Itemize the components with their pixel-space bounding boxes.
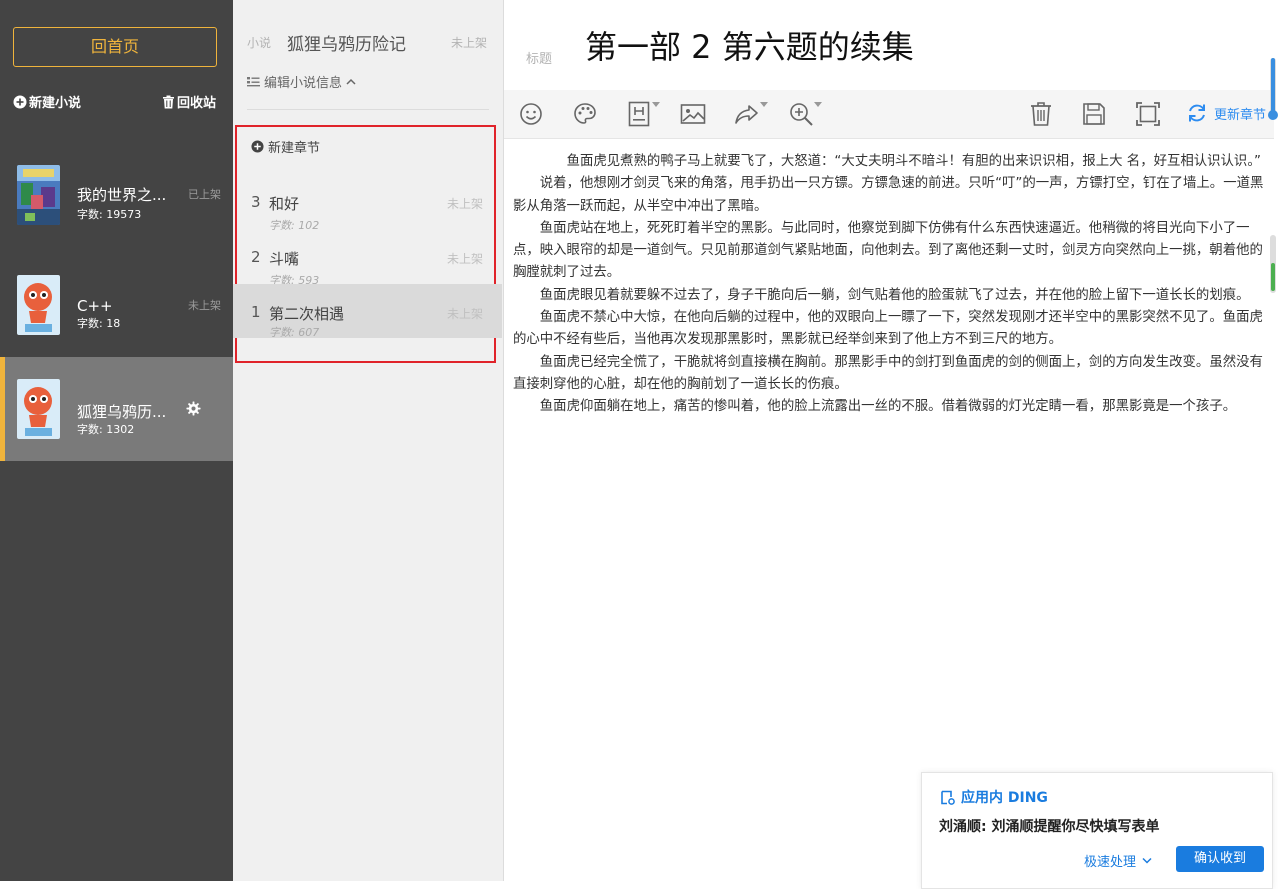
content-paragraph: 鱼面虎见煮熟的鸭子马上就要飞了，大怒道：“大丈夫明斗不暗斗！有胆的出来识识相，报…	[566, 154, 1261, 169]
new-novel-button[interactable]: 新建小说	[13, 92, 81, 111]
image-icon[interactable]	[678, 100, 708, 128]
gear-icon[interactable]	[186, 401, 201, 420]
chapter-title-input[interactable]: 第一部 2 第六题的续集	[585, 22, 914, 68]
plus-circle-icon	[251, 140, 264, 153]
chapter-title: 斗嘴	[269, 250, 300, 268]
content-paragraph: 鱼面虎已经完全慌了，干脆就将剑直接横在胸前。那黑影手中的剑打到鱼面虎的剑的侧面上…	[513, 354, 1263, 392]
novel-word-count: 字数: 18	[77, 317, 121, 330]
novel-status: 未上架	[188, 299, 221, 312]
update-chapter-button[interactable]: 更新章节	[1186, 102, 1266, 124]
ding-title: 应用内 DING	[961, 790, 1048, 806]
novel-word-count: 字数: 1302	[77, 423, 135, 436]
chapter-number: 1	[251, 303, 261, 321]
list-icon	[247, 76, 260, 88]
chevron-down-icon	[1142, 857, 1152, 864]
emoji-icon[interactable]	[516, 100, 546, 128]
share-icon[interactable]	[732, 100, 768, 128]
new-chapter-button[interactable]: 新建章节	[251, 137, 320, 156]
quick-process-button[interactable]: 极速处理	[1084, 851, 1152, 870]
novel-cover	[17, 165, 60, 225]
save-icon[interactable]	[1079, 100, 1109, 128]
title-label: 标题	[526, 52, 553, 67]
edit-novel-info-label: 编辑小说信息	[264, 76, 343, 91]
chapter-item[interactable]: 3 和好 字数: 102 未上架	[233, 185, 502, 239]
novel-status: 未上架	[451, 36, 488, 50]
novel-item[interactable]: C++ 字数: 18 未上架	[0, 253, 233, 357]
chapter-title: 和好	[269, 195, 300, 213]
content-paragraph: 鱼面虎不禁心中大惊，在他向后躺的过程中，他的双眼向上一瞟了一下，突然发现刚才还半…	[513, 310, 1263, 348]
content-scrollbar[interactable]	[1270, 235, 1276, 293]
novel-word-count: 字数: 19573	[77, 208, 142, 221]
ding-notification: 应用内 DING 刘涌顺: 刘涌顺提醒你尽快填写表单 极速处理 确认收到	[921, 772, 1273, 889]
chapter-word-count: 字数: 102	[269, 219, 320, 232]
update-chapter-label: 更新章节	[1214, 107, 1267, 123]
novel-title-heading: 狐狸乌鸦历险记	[287, 35, 406, 55]
edit-novel-info-button[interactable]: 编辑小说信息	[247, 72, 356, 91]
new-novel-label: 新建小说	[29, 96, 82, 111]
novel-label: 小说	[247, 36, 272, 50]
chapter-number: 2	[251, 248, 261, 266]
chapter-status: 未上架	[447, 197, 484, 211]
chapter-word-count: 字数: 607	[269, 326, 320, 339]
zoom-icon[interactable]	[786, 100, 822, 128]
chapter-status: 未上架	[447, 307, 484, 321]
new-chapter-label: 新建章节	[268, 141, 321, 156]
editor-toolbar	[504, 90, 1274, 139]
palette-icon[interactable]	[570, 100, 600, 128]
chapter-editor: 标题 第一部 2 第六题的续集 更新章节 鱼面虎见煮熟的鸭子马上就要飞了，大怒道…	[504, 0, 1280, 881]
chevron-up-icon	[346, 78, 356, 85]
home-button[interactable]: 回首页	[13, 27, 217, 67]
content-paragraph: 鱼面虎眼见着就要躲不过去了，身子干脆向后一躺，剑气贴着他的脸蛋就飞了过去，并在他…	[539, 287, 1250, 303]
divider	[247, 109, 489, 110]
chapter-status: 未上架	[447, 252, 484, 266]
recycle-bin-button[interactable]: 回收站	[162, 92, 216, 111]
novel-item[interactable]: 我的世界之... 字数: 19573 已上架	[0, 150, 233, 254]
quick-process-label: 极速处理	[1084, 855, 1137, 870]
fullscreen-icon[interactable]	[1133, 100, 1163, 128]
chapter-number: 3	[251, 193, 261, 211]
novel-title: 狐狸乌鸦历...	[77, 403, 167, 421]
novel-cover	[17, 275, 60, 335]
novel-title: C++	[77, 297, 113, 315]
recycle-bin-label: 回收站	[177, 96, 217, 111]
content-paragraph: 鱼面虎站在地上，死死盯着半空的黑影。与此同时，他察觉到脚下仿佛有什么东西快速逼近…	[513, 220, 1263, 281]
ding-message: 刘涌顺: 刘涌顺提醒你尽快填写表单	[939, 819, 1160, 835]
trash-icon[interactable]	[1026, 100, 1056, 128]
novel-title: 我的世界之...	[77, 186, 167, 204]
refresh-icon	[1186, 102, 1208, 124]
novel-sidebar: 回首页 新建小说 回收站 我的世界之... 字数: 19573 已上架 C++ …	[0, 0, 233, 881]
ding-icon	[940, 790, 955, 805]
confirm-received-button[interactable]: 确认收到	[1176, 846, 1264, 872]
heading-icon[interactable]	[624, 100, 660, 128]
content-paragraph: 说着，他想刚才剑灵飞来的角落，甩手扔出一只方镖。方镖急速的前进。只听“叮”的一声…	[513, 176, 1264, 214]
chapter-content-editor[interactable]: 鱼面虎见煮熟的鸭子马上就要飞了，大怒道：“大丈夫明斗不暗斗！有胆的出来识识相，报…	[513, 151, 1271, 419]
chapter-item-active[interactable]: 1 第二次相遇 字数: 607 未上架	[233, 284, 502, 339]
plus-circle-icon	[13, 95, 27, 109]
chapter-title: 第二次相遇	[269, 305, 345, 323]
content-paragraph: 鱼面虎仰面躺在地上，痛苦的惨叫着，他的脸上流露出一丝的不服。借着微弱的灯光定睛一…	[539, 399, 1237, 415]
title-scrollbar[interactable]	[1268, 58, 1278, 120]
novel-cover	[17, 379, 60, 439]
novel-status: 已上架	[188, 188, 221, 201]
chapter-panel: 小说 狐狸乌鸦历险记 未上架 编辑小说信息 新建章节 3 和好 字数: 102 …	[233, 0, 504, 881]
novel-item-active[interactable]: 狐狸乌鸦历... 字数: 1302	[0, 357, 233, 461]
trash-icon	[162, 95, 175, 109]
ding-header: 应用内 DING	[940, 787, 1048, 807]
